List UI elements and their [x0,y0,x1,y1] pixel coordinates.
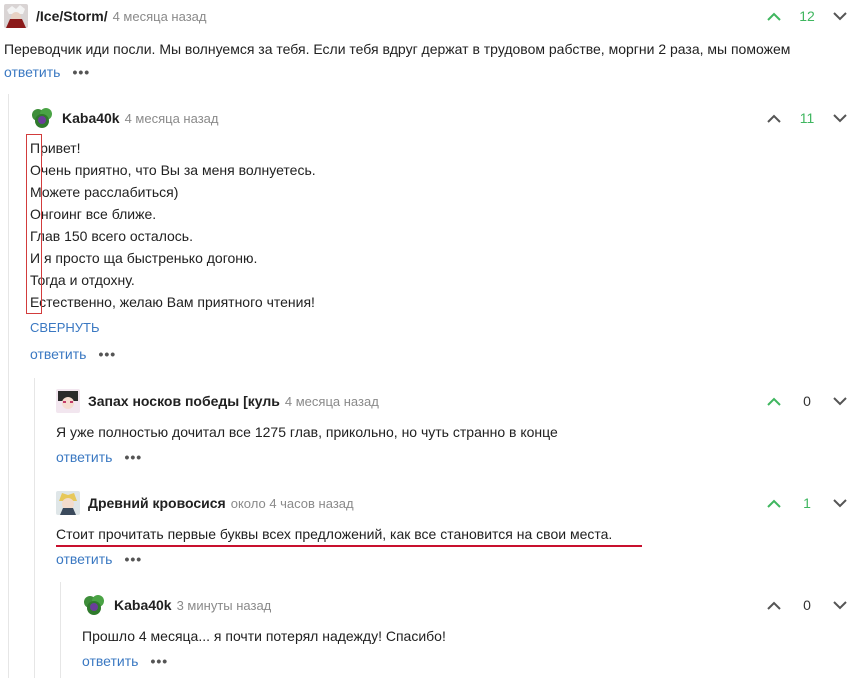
underline-highlight [56,545,642,547]
comment-header: Kaba40k 4 месяца назад [30,104,218,132]
comment: Kaba40k 4 месяца назад 11 Привет! Очень … [26,104,860,366]
upvote-icon[interactable] [764,108,784,128]
comment-line: И я просто ща быстренько догоню. [30,250,258,266]
avatar[interactable] [30,106,54,130]
reply-button[interactable]: ответить [56,449,112,465]
vote-controls: 12 [764,6,850,26]
comment-line: Привет! [30,140,81,156]
reply-button[interactable]: ответить [4,64,60,80]
timestamp: около 4 часов назад [230,495,354,511]
upvote-icon[interactable] [764,391,784,411]
comment-line: Тогда и отдохну. [30,272,135,288]
avatar[interactable] [56,389,80,413]
thread-line [8,94,9,678]
comment: Древний кровосися около 4 часов назад 1 … [56,489,860,573]
reply-button[interactable]: ответить [56,551,112,567]
more-options-icon[interactable]: ••• [124,552,142,566]
more-options-icon[interactable]: ••• [150,654,168,668]
timestamp: 4 месяца назад [124,110,219,126]
downvote-icon[interactable] [830,391,850,411]
more-options-icon[interactable]: ••• [98,347,116,361]
comment-line: Переводчик иди посли. Мы волнуемся за те… [4,41,791,57]
thread-line [60,582,61,678]
username[interactable]: Kaba40k [114,597,172,613]
timestamp: 3 минуты назад [176,597,272,613]
comment-line: Естественно, желаю Вам приятного чтения! [30,294,315,310]
username[interactable]: Древний кровосися [88,495,226,511]
comment-line: Я уже полностью дочитал все 1275 глав, п… [56,424,558,440]
comment-line: Очень приятно, что Вы за меня волнуетесь… [30,162,316,178]
more-options-icon[interactable]: ••• [72,65,90,79]
downvote-icon[interactable] [830,108,850,128]
vote-count: 12 [799,8,815,24]
more-options-icon[interactable]: ••• [124,450,142,464]
upvote-icon[interactable] [764,595,784,615]
vote-count: 11 [799,110,815,126]
comment-actions: ответить ••• [82,653,168,669]
upvote-icon[interactable] [764,493,784,513]
reply-button[interactable]: ответить [82,653,138,669]
comment: Запах носков победы [куль 4 месяца назад… [56,387,860,471]
downvote-icon[interactable] [830,6,850,26]
comment: /Ice/Storm/ 4 месяца назад 12 Переводчик… [4,2,860,86]
reply-button[interactable]: ответить [30,346,86,362]
vote-controls: 0 [764,595,850,615]
vote-count: 0 [803,393,811,409]
first-letters-highlight [26,134,42,314]
vote-count: 0 [803,597,811,613]
username[interactable]: Kaba40k [62,110,120,126]
comment-line: Онгоинг все ближе. [30,206,157,222]
comment-text: Прошло 4 месяца... я почти потерял надеж… [82,625,446,647]
downvote-icon[interactable] [830,493,850,513]
comment-line: Стоит прочитать первые буквы всех предло… [56,526,613,542]
avatar[interactable] [4,4,28,28]
vote-controls: 11 [764,108,850,128]
comment-text: Переводчик иди посли. Мы волнуемся за те… [4,38,790,60]
comment-header: /Ice/Storm/ 4 месяца назад [4,2,206,30]
collapse-button[interactable]: СВЕРНУТЬ [30,320,100,335]
comment: Kaba40k 3 минуты назад 0 Прошло 4 месяца… [82,591,860,675]
comment-text: Я уже полностью дочитал все 1275 глав, п… [56,421,558,443]
comment-line: Можете расслабиться) [30,184,179,200]
avatar[interactable] [82,593,106,617]
upvote-icon[interactable] [764,6,784,26]
comment-actions: ответить ••• [4,64,90,80]
comment-header: Древний кровосися около 4 часов назад [56,489,354,517]
comment-line: Глав 150 всего осталось. [30,228,193,244]
comment-text: Привет! Очень приятно, что Вы за меня во… [30,137,316,313]
comment-header: Kaba40k 3 минуты назад [82,591,271,619]
comment-actions: ответить ••• [30,346,116,362]
vote-count: 1 [803,495,811,511]
comment-header: Запах носков победы [куль 4 месяца назад [56,387,379,415]
comment-actions: ответить ••• [56,551,142,567]
comment-text: Стоит прочитать первые буквы всех предло… [56,523,612,545]
username[interactable]: Запах носков победы [куль [88,393,280,409]
downvote-icon[interactable] [830,595,850,615]
vote-controls: 0 [764,391,850,411]
avatar[interactable] [56,491,80,515]
comment-actions: ответить ••• [56,449,142,465]
username[interactable]: /Ice/Storm/ [36,8,108,24]
comment-line: Прошло 4 месяца... я почти потерял надеж… [82,628,446,644]
timestamp: 4 месяца назад [112,8,207,24]
vote-controls: 1 [764,493,850,513]
thread-line [34,378,35,678]
timestamp: 4 месяца назад [284,393,379,409]
